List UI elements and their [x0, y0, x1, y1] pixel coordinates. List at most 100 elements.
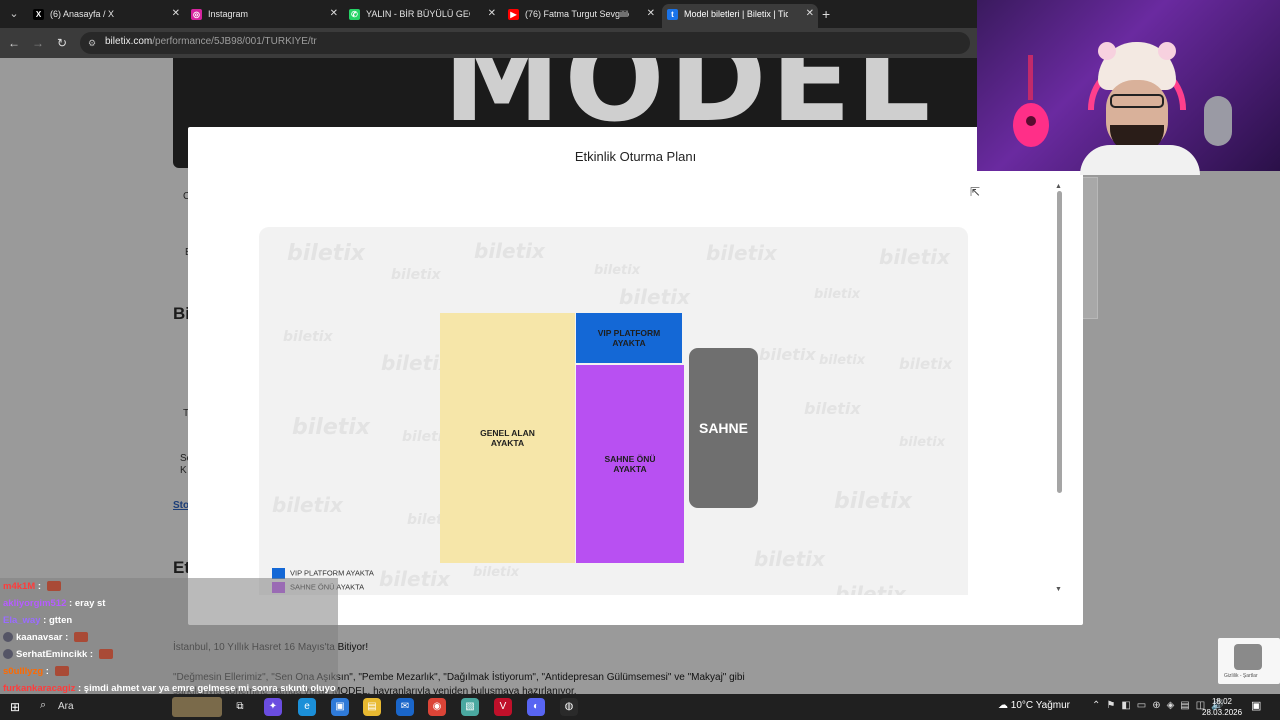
chrome-icon[interactable]: ◉	[428, 698, 446, 716]
modal-title: Etkinlik Oturma Planı	[574, 149, 697, 164]
recaptcha-text: Gizlilik - Şartlar	[1224, 673, 1258, 679]
weather-text: 10°C Yağmur	[1010, 700, 1070, 711]
address-bar[interactable]: ⚙ biletix.com/performance/5JB98/001/TURK…	[80, 32, 970, 54]
taskbar-search[interactable]: ⌕ Ara	[34, 697, 224, 717]
scrollbar-thumb[interactable]	[1057, 191, 1062, 493]
streamer-glasses	[1110, 94, 1164, 108]
copilot-icon[interactable]: ✦	[264, 698, 282, 716]
close-tab-icon[interactable]: ✕	[647, 4, 655, 24]
chat-username[interactable]: akliyorgim512	[3, 598, 66, 609]
browser-tab[interactable]: t Model biletleri | Biletix | Ticketm ✕	[662, 4, 818, 28]
new-tab-icon[interactable]: +	[822, 4, 836, 24]
recaptcha-badge[interactable]: Gizlilik - Şartlar	[1218, 638, 1280, 684]
biletix-watermark: biletix	[754, 547, 825, 571]
url-text: biletix.com/performance/5JB98/001/TURKIY…	[105, 36, 317, 47]
chat-username[interactable]: m4k1M	[3, 581, 35, 592]
chat-username[interactable]: furkankaracagiz	[3, 683, 75, 694]
chat-message: kaanavsar :	[3, 629, 338, 646]
file-explorer-icon[interactable]: ▤	[363, 698, 381, 716]
recaptcha-logo-icon	[1234, 644, 1262, 670]
forward-arrow-icon[interactable]: →	[29, 34, 47, 52]
url-path: /performance/5JB98/001/TURKIYE/tr	[152, 36, 317, 47]
clock-date: 28.03.2026	[1202, 708, 1243, 717]
chat-username[interactable]: SerhatEmincikk	[16, 649, 87, 660]
tab-title: Model biletleri | Biletix | Ticketm	[684, 9, 788, 19]
whatsapp-icon: ✆	[349, 9, 360, 20]
biletix-watermark: biletix	[379, 567, 450, 591]
taskbar-weather[interactable]: ☁ 10°C Yağmur	[998, 700, 1070, 711]
discord-icon[interactable]: ◐	[527, 698, 545, 716]
scroll-up-arrow-icon[interactable]: ▲	[1055, 183, 1062, 190]
biletix-watermark: biletix	[759, 345, 816, 364]
browser-tab[interactable]: X (6) Anasayfa / X ✕	[28, 4, 184, 28]
chat-message: s0ulllyzg :	[3, 663, 338, 680]
biletix-watermark: biletix	[474, 239, 545, 263]
site-info-icon[interactable]: ⚙	[88, 37, 100, 49]
browser-tab[interactable]: ▶ (76) Fatma Turgut Sevgilileri Ba ✕	[503, 4, 659, 28]
biletix-watermark: biletix	[283, 329, 333, 345]
zone-genel-alan-label: GENEL ALAN AYAKTA	[480, 428, 535, 448]
biletix-watermark: biletix	[814, 287, 861, 302]
taskbar-search-label: Ara	[58, 701, 74, 712]
voicemod-icon[interactable]: V	[494, 698, 512, 716]
tab-title: (6) Anasayfa / X	[50, 9, 115, 19]
close-tab-icon[interactable]: ✕	[488, 4, 496, 24]
youtube-icon: ▶	[508, 9, 519, 20]
reload-icon[interactable]: ↻	[53, 34, 71, 52]
chat-emote-icon	[73, 632, 88, 643]
biletix-watermark: biletix	[835, 582, 906, 595]
modal-scrollbar[interactable]: ▲ ▼	[1054, 183, 1064, 593]
stage: SAHNE	[689, 348, 758, 508]
outlook-icon[interactable]: ✉	[396, 698, 414, 716]
zone-vip-platform[interactable]: VIP PLATFORM AYAKTA	[576, 313, 682, 363]
zone-sahne-onu-line2: AYAKTA	[613, 464, 647, 474]
chat-separator: :	[75, 683, 84, 694]
chat-username[interactable]: Ela_way	[3, 615, 41, 626]
chat-message: SerhatEmincikk :	[3, 646, 338, 663]
close-tab-icon[interactable]: ✕	[330, 4, 338, 24]
zone-genel-alan[interactable]: GENEL ALAN AYAKTA	[440, 313, 575, 563]
edge-icon[interactable]: e	[298, 698, 316, 716]
tab-title: Instagram	[208, 9, 249, 19]
chat-emote-icon	[46, 581, 61, 592]
seating-plan-modal: Etkinlik Oturma Planı biletix biletix bile…	[188, 127, 1083, 625]
taskbar-clock[interactable]: 18:02 28.03.2026	[1202, 696, 1242, 718]
zone-sahne-onu[interactable]: SAHNE ÖNÜ AYAKTA	[576, 365, 684, 563]
search-highlight-image	[172, 697, 222, 717]
user-badge-icon	[3, 649, 13, 660]
clock-time: 18:02	[1211, 697, 1233, 706]
page-right-area	[1083, 171, 1280, 694]
chat-username[interactable]: kaanavsar	[16, 632, 62, 643]
user-badge-icon	[3, 632, 13, 643]
scroll-down-arrow-icon[interactable]: ▼	[1055, 586, 1062, 593]
close-tab-icon[interactable]: ✕	[172, 4, 180, 24]
legend-label-vip: VIP PLATFORM AYAKTA	[290, 568, 374, 578]
chat-separator: :	[43, 666, 52, 677]
tab-title: (76) Fatma Turgut Sevgilileri Ba	[525, 9, 629, 19]
chat-text: eray st	[74, 598, 106, 609]
browser-tab[interactable]: ✆ YALIN - BİR BÜYÜLÜ GECE | İns ✕	[344, 4, 500, 28]
windows-taskbar: ⊞ ⌕ Ara ⧉ ✦ e ▣ ▤ ✉ ◉ ▧ V ◐ ◍ ☁ 10°C Yağmur ⌃⚑◧▭⊕◈…	[0, 694, 1280, 720]
notepad-icon[interactable]: ▧	[461, 698, 479, 716]
biletix-watermark: biletix	[292, 415, 370, 440]
chat-separator: :	[87, 649, 96, 660]
zone-sahne-onu-line1: SAHNE ÖNÜ	[604, 454, 656, 464]
instagram-icon: ◎	[191, 9, 202, 20]
tab-search-menu-icon[interactable]: ⌄	[4, 4, 24, 24]
zone-sahne-onu-label: SAHNE ÖNÜ AYAKTA	[604, 454, 655, 474]
seating-plan-map: biletix biletix biletix biletix biletix bilet…	[259, 227, 968, 595]
task-view-icon[interactable]: ⧉	[231, 698, 249, 716]
chat-username[interactable]: s0ulllyzg	[3, 666, 43, 677]
store-icon[interactable]: ▣	[331, 698, 349, 716]
bg-link-sto[interactable]: Sto	[173, 500, 189, 511]
biletix-watermark: biletix	[619, 285, 690, 309]
biletix-watermark: biletix	[804, 399, 861, 418]
windows-start-icon[interactable]: ⊞	[10, 700, 24, 714]
biletix-watermark: biletix	[819, 353, 866, 368]
obs-icon[interactable]: ◍	[560, 698, 578, 716]
browser-tab[interactable]: ◎ Instagram ✕	[186, 4, 342, 28]
chat-separator: :	[35, 581, 44, 592]
back-arrow-icon[interactable]: ←	[5, 34, 23, 52]
close-tab-icon[interactable]: ✕	[806, 4, 814, 24]
notifications-icon[interactable]: ▣	[1251, 699, 1261, 712]
